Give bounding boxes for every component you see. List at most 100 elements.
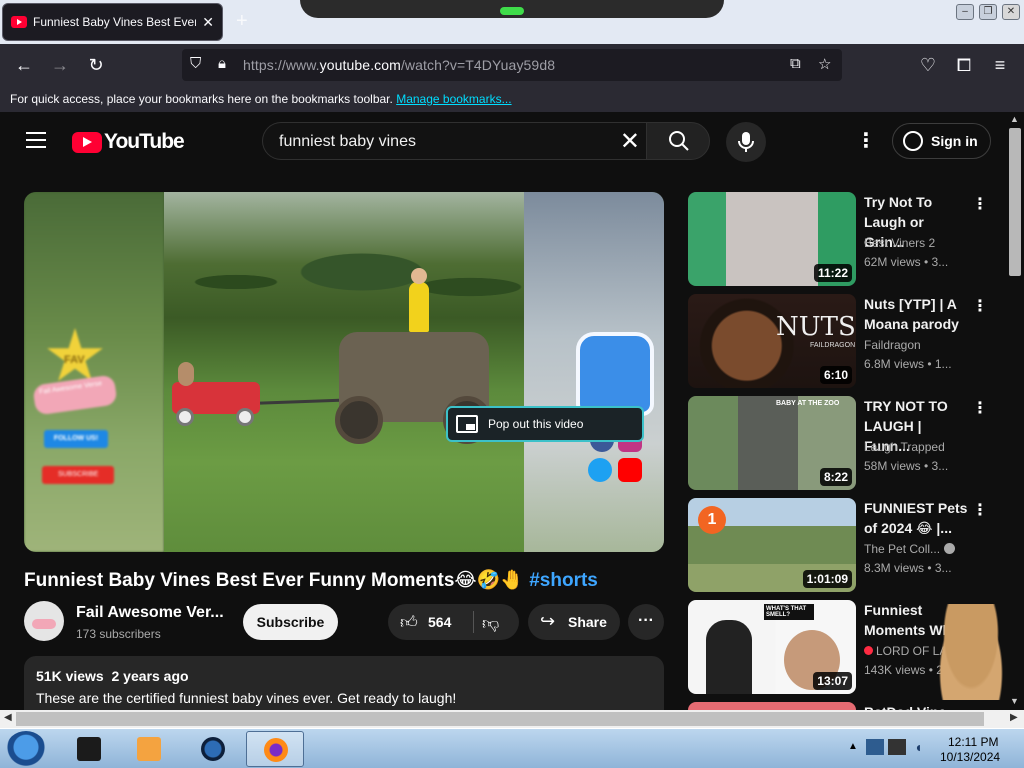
scroll-up-arrow-icon[interactable]: ▲ [1010,114,1019,124]
recommendation-channel[interactable]: Faildragon [864,338,968,352]
settings-kebab-icon[interactable]: ⋮ [856,128,876,153]
back-arrow-icon[interactable]: ← [11,52,37,78]
video-red-wagon [172,382,260,426]
close-window-button[interactable]: ✕ [1002,4,1020,20]
recommendation-channel[interactable]: The Pet Coll... [864,542,968,556]
recommendation-channel[interactable]: Best Viners 2 [864,236,968,250]
sign-in-button[interactable]: Sign in [892,123,991,159]
tray-app-icon[interactable] [866,739,884,755]
taskbar-app-firefox[interactable] [246,731,304,767]
browser-tab[interactable]: Funniest Baby Vines Best Ever F ✕ [2,3,223,41]
firefox-icon [264,738,288,762]
video-frame [164,192,524,552]
horizontal-scrollbar-thumb[interactable] [16,712,984,726]
indicator-light [500,7,524,15]
tray-expand-icon[interactable]: ▲ [848,741,858,752]
maximize-button[interactable]: ❐ [979,4,997,20]
media-player-icon [137,737,161,761]
channel-avatar[interactable] [24,601,64,641]
recommendation-title[interactable]: BatDad Vine... [864,702,968,710]
url-text[interactable]: https://www.youtube.com/watch?v=T4DYuay5… [243,57,555,73]
taskbar-app-browser-globe[interactable] [184,731,242,767]
scroll-right-arrow-icon[interactable]: ▶ [1010,712,1018,723]
start-button[interactable] [6,731,46,767]
shield-icon[interactable]: ⛉ [190,55,201,72]
video-title: Funniest Baby Vines Best Ever Funny Mome… [24,570,598,591]
voice-search-button[interactable] [726,122,766,162]
pocket-icon[interactable]: ♡ [915,52,941,78]
taskbar-app-media-player[interactable] [120,731,178,767]
recommendation-stats: 8.3M views • 3... [864,561,952,575]
url-bar[interactable]: ⛉ 🔒︎ https://www.youtube.com/watch?v=T4D… [182,49,842,81]
lock-icon[interactable]: 🔒︎ [218,55,226,72]
recommendation-item[interactable]: 1 1:01:09 FUNNIEST Pets of 2024 😂 |... T… [688,498,1006,592]
manage-bookmarks-link[interactable]: Manage bookmarks... [396,92,511,106]
clock-time[interactable]: 12:11 PM [948,735,998,749]
item-kebab-icon[interactable]: ⋮ [972,296,988,316]
guide-menu-icon[interactable] [26,132,46,148]
recommendation-title[interactable]: Nuts [YTP] | A Moana parody [864,294,968,334]
search-button[interactable] [646,122,710,160]
vertical-scrollbar[interactable]: ▲ ▼ [1006,112,1024,710]
rank-badge: 1 [698,506,726,534]
volume-icon[interactable]: ◖ [914,739,922,755]
scrollbar-thumb[interactable] [1009,128,1021,276]
subscribe-overlay: SUBSCRIBE [42,466,114,484]
share-button[interactable]: ↪ Share [528,604,620,640]
recommendation-item[interactable]: 11:22 Try Not To Laugh or Grin... Best V… [688,192,1006,286]
hashtag-link[interactable]: #shorts [529,570,598,591]
recommendation-thumbnail[interactable] [688,702,856,710]
like-icon[interactable]: 👍︎ [400,612,418,633]
extensions-icon[interactable]: ⧠ [951,52,977,78]
new-tab-button[interactable]: + [236,10,248,33]
forward-arrow-icon[interactable]: → [47,52,73,78]
horizontal-scrollbar[interactable]: ◀ ▶ [0,710,1024,728]
video-description[interactable]: 51K views 2 years ago These are the cert… [24,656,664,710]
recommendation-thumbnail[interactable]: WHAT'S THAT SMELL? 13:07 [688,600,856,694]
taskbar-app-terminal[interactable] [60,731,118,767]
picture-in-picture-icon[interactable]: ⧉ [790,55,801,72]
bookmark-star-icon[interactable]: ☆ [818,55,831,73]
reload-icon[interactable]: ↻ [83,52,109,78]
tab-close-icon[interactable]: ✕ [202,14,214,31]
search-query[interactable]: funniest baby vines [279,133,416,151]
clock-date[interactable]: 10/13/2024 [940,750,1000,764]
like-count[interactable]: 564 [428,614,451,630]
bookmarks-message: For quick access, place your bookmarks h… [10,92,393,106]
network-icon[interactable] [888,739,906,755]
search-icon [669,131,689,151]
pop-out-icon [456,415,478,433]
subscribe-button[interactable]: Subscribe [243,604,338,640]
scroll-down-arrow-icon[interactable]: ▼ [1010,696,1019,706]
minimize-button[interactable]: – [956,4,974,20]
live-dot-icon [864,646,873,655]
menu-hamburger-icon[interactable]: ≡ [987,52,1013,78]
youtube-logo[interactable]: YouTube [72,130,185,154]
recommendation-thumbnail[interactable]: NUTS FAILDRAGON 6:10 [688,294,856,388]
pop-out-video-button[interactable]: Pop out this video [446,406,644,442]
video-player[interactable]: FAV Fail Awesome Verse FOLLOW US! SUBSCR… [24,192,664,552]
youtube-play-icon [72,131,102,153]
recommendation-channel[interactable]: Laugh Trapped [864,440,968,454]
item-kebab-icon[interactable]: ⋮ [972,194,988,214]
recommendation-title[interactable]: FUNNIEST Pets of 2024 😂 |... [864,498,968,538]
item-kebab-icon[interactable]: ⋮ [972,398,988,418]
recommendation-thumbnail[interactable]: BABY AT THE ZOO 8:22 [688,396,856,490]
clear-search-icon[interactable]: ✕ [620,127,640,156]
verified-badge-icon [944,543,956,554]
video-duration: 6:10 [819,366,852,384]
search-input[interactable]: funniest baby vines ✕ [262,122,646,160]
recommendation-item[interactable]: NUTS FAILDRAGON 6:10 Nuts [YTP] | A Moan… [688,294,1006,388]
more-actions-button[interactable]: ··· [628,604,664,640]
thumbnail-subtext: FAILDRAGON [810,342,856,349]
recommendation-item[interactable]: BatDad Vine... [688,702,1006,710]
recommendation-thumbnail[interactable]: 11:22 [688,192,856,286]
dislike-icon[interactable]: 👎︎ [482,613,499,634]
channel-name[interactable]: Fail Awesome Ver... [76,604,224,622]
thumbnail-text: BABY AT THE ZOO [776,400,840,407]
recommendation-thumbnail[interactable]: 1 1:01:09 [688,498,856,592]
scroll-left-arrow-icon[interactable]: ◀ [4,712,12,723]
microphone-icon [738,132,754,152]
recommendation-item[interactable]: BABY AT THE ZOO 8:22 TRY NOT TO LAUGH | … [688,396,1006,490]
item-kebab-icon[interactable]: ⋮ [972,500,988,520]
